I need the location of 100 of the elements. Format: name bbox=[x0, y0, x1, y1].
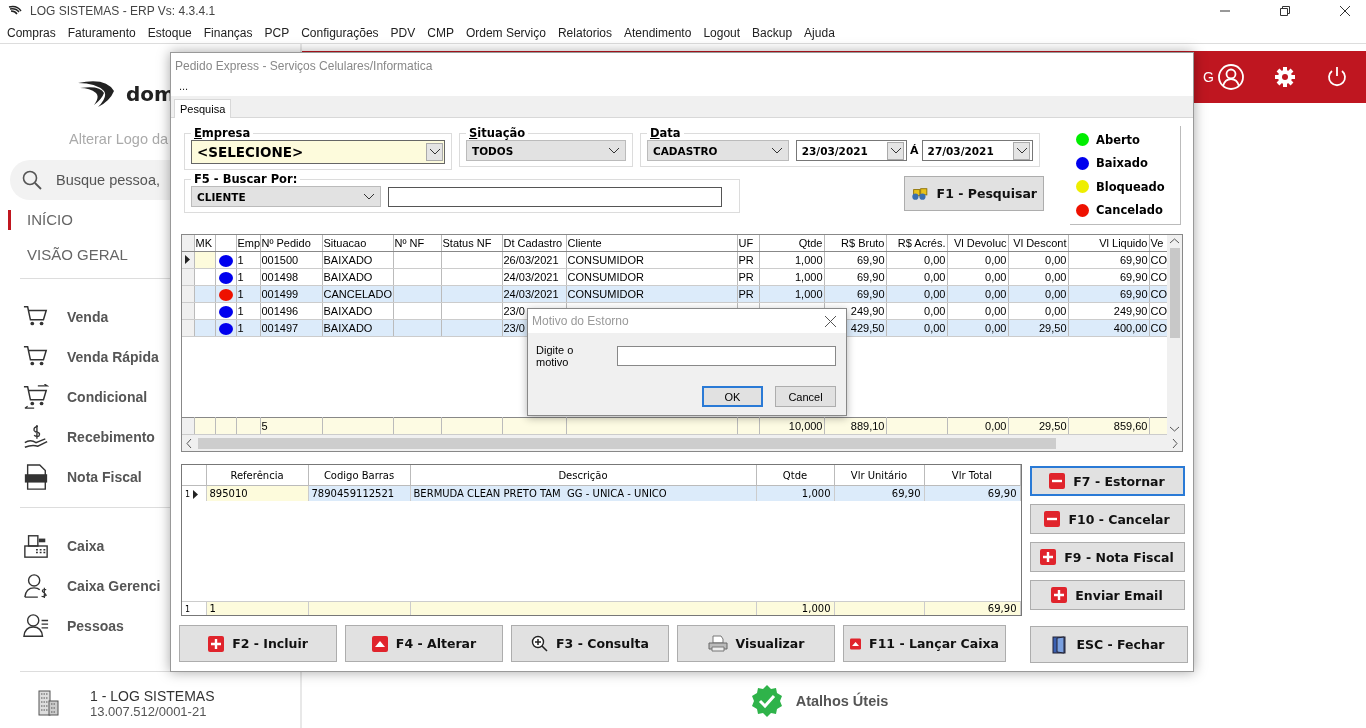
column-header[interactable]: Qtde bbox=[759, 235, 824, 252]
menu-item[interactable]: Logout bbox=[703, 25, 741, 40]
minus-icon bbox=[1044, 511, 1061, 527]
column-header[interactable]: Dt Cadastro bbox=[502, 235, 566, 252]
legend-label: Cancelado bbox=[1096, 203, 1163, 218]
column-header[interactable]: R$ Acrés. bbox=[886, 235, 947, 252]
power-icon[interactable] bbox=[1326, 66, 1348, 88]
menu-item[interactable]: Backup bbox=[752, 25, 793, 40]
chevron-up-icon[interactable] bbox=[1170, 238, 1179, 244]
column-header[interactable]: Status NF bbox=[441, 235, 502, 252]
search-button[interactable]: F1 - Pesquisar bbox=[904, 176, 1044, 211]
column-header[interactable]: Vlr Total bbox=[924, 465, 1020, 486]
table-row[interactable]: 1 001499 CANCELADO 24/03/2021 CONSUMIDOR PR 1,000 69,90 0,00 0,00 0,00 69,90 CO bbox=[182, 285, 1167, 303]
door-icon bbox=[1052, 635, 1069, 654]
scrollbar[interactable] bbox=[182, 435, 1182, 451]
column-header[interactable]: Codigo Barras bbox=[308, 465, 410, 486]
table-cell: 26/03/2021 bbox=[502, 251, 566, 269]
action-button[interactable]: F7 - Estornar bbox=[1029, 466, 1185, 496]
column-header[interactable]: Nº Pedido bbox=[260, 235, 322, 252]
chevron-right-icon[interactable] bbox=[1172, 438, 1178, 448]
column-header[interactable]: UF bbox=[737, 235, 759, 252]
table-row[interactable]: 1 001500 BAIXADO 26/03/2021 CONSUMIDOR PR 1,000 69,90 0,00 0,00 0,00 69,90 CO bbox=[182, 251, 1167, 269]
dialog-button[interactable]: OK bbox=[702, 386, 763, 407]
column-header[interactable]: Vl Devoluc bbox=[947, 235, 1008, 252]
sidebar-item-label: Venda bbox=[67, 309, 109, 325]
menu-item[interactable]: Estoque bbox=[147, 25, 192, 40]
legend-label: Bloqueado bbox=[1096, 179, 1165, 194]
menu-item[interactable]: Ordem Serviço bbox=[465, 25, 546, 40]
column-header[interactable]: Vlr Unitário bbox=[834, 465, 924, 486]
action-button[interactable]: F2 - Incluir bbox=[179, 625, 337, 662]
column-header[interactable]: R$ Bruto bbox=[824, 235, 886, 252]
column-header[interactable]: Qtde bbox=[756, 465, 834, 486]
table-cell: 69,90 bbox=[1068, 268, 1149, 286]
action-button[interactable]: Visualizar bbox=[677, 625, 835, 662]
column-header[interactable]: Vl Descont bbox=[1008, 235, 1068, 252]
restore-icon[interactable] bbox=[1280, 6, 1290, 16]
settings-icon[interactable] bbox=[1274, 66, 1296, 88]
action-button[interactable]: Enviar Email bbox=[1029, 580, 1185, 610]
total-cell: 10,000 bbox=[759, 417, 824, 435]
table-row[interactable]: 1 895010 7890459112521 BERMUDA CLEAN PRETO TAM GG - UNICA - UNICO 1,000 69,90 69,90 bbox=[182, 485, 1020, 501]
table-cell: 69,90 bbox=[1068, 251, 1149, 269]
menu-item[interactable]: Atendimento bbox=[624, 25, 692, 40]
user-list-icon bbox=[23, 613, 49, 639]
menu-item[interactable]: PDV bbox=[390, 25, 416, 40]
row-number: 1 bbox=[185, 489, 191, 499]
reason-input[interactable] bbox=[616, 346, 836, 366]
table-cell: 0,00 bbox=[1008, 302, 1068, 320]
menu-item[interactable]: ... bbox=[171, 80, 189, 97]
sidebar-item-label: Caixa bbox=[67, 538, 105, 554]
menu-item[interactable]: Faturamento bbox=[67, 25, 136, 40]
date-field[interactable]: 23/03/2021 bbox=[795, 140, 908, 161]
column-header[interactable]: Nº NF bbox=[393, 235, 441, 252]
menu-item[interactable]: PCP bbox=[264, 25, 290, 40]
menu-item[interactable]: Finanças bbox=[203, 25, 253, 40]
filter-label: Data bbox=[649, 126, 682, 140]
menu-item[interactable]: Ajuda bbox=[804, 25, 835, 40]
column-header[interactable]: Situacao bbox=[322, 235, 393, 252]
date-field[interactable]: 27/03/2021 bbox=[921, 140, 1033, 161]
nav-item[interactable]: INÍCIO bbox=[8, 210, 73, 230]
field-label: Digite o motivo bbox=[536, 344, 575, 368]
column-header[interactable]: Descrição bbox=[410, 465, 756, 486]
menu-item[interactable]: Relatorios bbox=[557, 25, 612, 40]
tab[interactable]: Pesquisa bbox=[174, 99, 232, 118]
shortcuts-label[interactable]: Atalhos Úteis bbox=[795, 693, 889, 709]
company-dropdown[interactable]: <SELECIONE> bbox=[191, 140, 445, 164]
table-row[interactable]: 1 001498 BAIXADO 24/03/2021 CONSUMIDOR PR 1,000 69,90 0,00 0,00 0,00 69,90 CO bbox=[182, 268, 1167, 286]
close-icon[interactable] bbox=[825, 315, 836, 327]
company-name: 1 - LOG SISTEMAS bbox=[90, 687, 215, 704]
close-icon[interactable] bbox=[1340, 6, 1350, 16]
action-button[interactable]: F10 - Cancelar bbox=[1029, 504, 1185, 534]
column-header[interactable]: Vl Liquido bbox=[1068, 235, 1149, 252]
date-type-dropdown[interactable]: CADASTRO bbox=[647, 140, 789, 161]
window-title: Pedido Express - Serviços Celulares/Informatica bbox=[174, 58, 434, 75]
minus-icon bbox=[1049, 473, 1066, 489]
column-header[interactable]: Emp bbox=[236, 235, 260, 252]
scrollbar[interactable] bbox=[1167, 235, 1182, 435]
sidebar-item-label: Venda Rápida bbox=[67, 349, 159, 365]
user-icon[interactable] bbox=[1218, 64, 1244, 90]
status-dropdown[interactable]: TODOS bbox=[466, 140, 626, 161]
search-input[interactable] bbox=[388, 186, 722, 207]
action-button[interactable]: F9 - Nota Fiscal bbox=[1029, 542, 1185, 572]
action-button[interactable]: F11 - Lançar Caixa bbox=[843, 625, 1006, 662]
search-by-dropdown[interactable]: CLIENTE bbox=[191, 186, 381, 207]
menu-item[interactable]: CMP bbox=[427, 25, 454, 40]
dialog-button[interactable]: Cancel bbox=[775, 386, 836, 407]
close-button[interactable]: ESC - Fechar bbox=[1029, 626, 1188, 663]
table-cell: 69,90 bbox=[824, 251, 886, 269]
nav-item[interactable]: VISÃO GERAL bbox=[8, 237, 128, 272]
menu-item[interactable]: Configurações bbox=[301, 25, 379, 40]
action-button[interactable]: F4 - Alterar bbox=[345, 625, 503, 662]
menu-item[interactable]: Compras bbox=[7, 25, 56, 40]
chevron-down-icon[interactable] bbox=[1170, 426, 1179, 432]
chevron-left-icon[interactable] bbox=[186, 438, 192, 448]
column-header[interactable]: MK bbox=[194, 235, 215, 252]
action-button[interactable]: F3 - Consulta bbox=[511, 625, 669, 662]
filter-label: Situação bbox=[468, 126, 527, 140]
column-header[interactable]: Cliente bbox=[566, 235, 737, 252]
column-header[interactable]: Referência bbox=[206, 465, 308, 486]
table-cell: 0,00 bbox=[1008, 268, 1068, 286]
table-cell: 1 bbox=[236, 268, 260, 286]
